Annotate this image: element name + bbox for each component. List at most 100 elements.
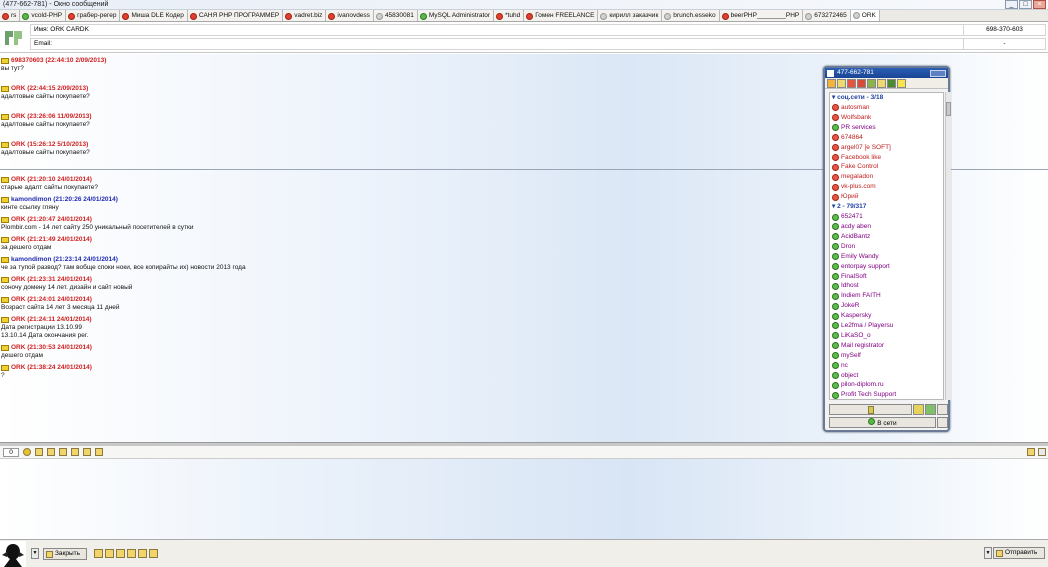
- status-options-button[interactable]: [937, 417, 948, 428]
- tab-label: vcold-PHP: [31, 12, 63, 19]
- tab-12[interactable]: brunch.esseko: [662, 10, 720, 21]
- envelope-icon: [1, 217, 9, 223]
- status-selector[interactable]: В сети: [829, 417, 936, 428]
- contact-item[interactable]: Facebook like: [830, 153, 943, 163]
- tab-7[interactable]: 45830081: [373, 10, 418, 21]
- contact-item[interactable]: pilon-diplom.ru: [830, 380, 943, 390]
- tab-2[interactable]: грабер-регер: [66, 10, 121, 21]
- tab-14[interactable]: 673272465: [803, 10, 851, 21]
- contact-item[interactable]: Emily Wandy: [830, 252, 943, 262]
- tab-4[interactable]: САНЯ PHP ПРОГРАММЕР: [187, 10, 284, 21]
- smile-icon[interactable]: [23, 448, 31, 456]
- notes-icon[interactable]: [897, 79, 906, 88]
- sound-button[interactable]: [925, 404, 936, 415]
- contact-item[interactable]: 674864: [830, 133, 943, 143]
- contact-item[interactable]: acdy aben: [830, 222, 943, 232]
- tab-11[interactable]: кирилл заказчик: [598, 10, 663, 21]
- tab-0[interactable]: rs: [0, 10, 21, 21]
- contact-item[interactable]: Fake Control: [830, 162, 943, 172]
- contact-item[interactable]: JokeR: [830, 301, 943, 311]
- history-icon[interactable]: [867, 79, 876, 88]
- contact-item[interactable]: LiKaSO_o: [830, 331, 943, 341]
- tab-status-icon: [600, 12, 608, 20]
- contact-item[interactable]: Wolfsbank: [830, 113, 943, 123]
- envelope-icon: [1, 114, 9, 120]
- menu-icon[interactable]: [827, 79, 836, 88]
- tab-15[interactable]: ORK: [850, 10, 880, 21]
- main-menu-button[interactable]: [829, 404, 912, 415]
- image-icon[interactable]: [71, 448, 79, 456]
- contact-item[interactable]: nc: [830, 361, 943, 371]
- contact-item[interactable]: AcidBantz: [830, 232, 943, 242]
- contact-item[interactable]: mySelf: [830, 351, 943, 361]
- contact-item[interactable]: object: [830, 371, 943, 381]
- send-button[interactable]: Отправить: [993, 547, 1045, 559]
- roster-controls[interactable]: [930, 69, 946, 77]
- send-options-dropdown[interactable]: ▼: [984, 547, 992, 559]
- tab-1[interactable]: vcold-PHP: [20, 10, 67, 21]
- lock-icon[interactable]: [138, 549, 147, 558]
- alert-icon[interactable]: [149, 549, 158, 558]
- file-icon[interactable]: [47, 448, 55, 456]
- avatar-dropdown[interactable]: ▼: [31, 548, 39, 559]
- group-header-2[interactable]: ▾ 2 - 79/317: [830, 202, 943, 212]
- contacts-icon[interactable]: [857, 79, 866, 88]
- contact-item[interactable]: autosman: [830, 103, 943, 113]
- folder-icon[interactable]: [105, 549, 114, 558]
- translate-icon[interactable]: [127, 549, 136, 558]
- contact-item[interactable]: PR services: [830, 123, 943, 133]
- tab-13[interactable]: beerPHP________PHP: [719, 10, 804, 21]
- group-header-social[interactable]: ▾ соц.сети - 3/18: [830, 93, 943, 103]
- options-icon[interactable]: [877, 79, 886, 88]
- contact-item[interactable]: Profit Tech Support: [830, 390, 943, 399]
- tab-8[interactable]: MySQL Administrator: [417, 10, 495, 21]
- contact-item[interactable]: Kaspersky: [830, 311, 943, 321]
- history-log-icon[interactable]: [116, 549, 125, 558]
- close-button[interactable]: Закрыть: [43, 548, 87, 560]
- contact-uin[interactable]: 698-370-603: [963, 24, 1045, 36]
- contact-item[interactable]: FinalSoft: [830, 272, 943, 282]
- scrollbar-thumb[interactable]: [946, 102, 951, 116]
- contact-list[interactable]: ▾ соц.сети - 3/18 autosman Wolfsbank PR se…: [829, 92, 944, 400]
- close-window-button[interactable]: ×: [1033, 0, 1046, 9]
- quote-icon[interactable]: [59, 448, 67, 456]
- message-sender: ORK (21:23:31 24/01/2014): [11, 276, 92, 283]
- contact-item[interactable]: entorpay support: [830, 262, 943, 272]
- tab-3[interactable]: Миша DLE Кодер: [120, 10, 188, 21]
- contact-item[interactable]: vk-plus.com: [830, 182, 943, 192]
- history-toggle-icon[interactable]: [1027, 448, 1035, 456]
- tab-label: ORK: [861, 11, 876, 19]
- contact-item[interactable]: Idhost: [830, 281, 943, 291]
- tab-6[interactable]: ivanovdess: [326, 10, 374, 21]
- tab-10[interactable]: Гомен FREELANCE: [524, 10, 599, 21]
- contact-item[interactable]: 652471: [830, 212, 943, 222]
- contact-item[interactable]: argel07 [e SOFT]: [830, 143, 943, 153]
- network-button[interactable]: [913, 404, 924, 415]
- contact-item[interactable]: Le2fma / Playersu: [830, 321, 943, 331]
- font-icon[interactable]: [35, 448, 43, 456]
- message-sender: ORK (21:30:53 24/01/2014): [11, 344, 92, 351]
- contact-list-scrollbar[interactable]: [945, 92, 951, 400]
- info-toggle-icon[interactable]: [1038, 448, 1046, 456]
- tab-9[interactable]: *tuhd: [494, 10, 525, 21]
- message-input[interactable]: [0, 458, 1048, 540]
- minimize-button[interactable]: _: [1005, 0, 1018, 9]
- envelope-icon: [1, 237, 9, 243]
- search-icon[interactable]: [837, 79, 846, 88]
- maximize-button[interactable]: □: [1019, 0, 1032, 9]
- tab-5[interactable]: vadret.biz: [283, 10, 327, 21]
- contact-item[interactable]: Indiem FAITH: [830, 291, 943, 301]
- contact-item[interactable]: megaladon: [830, 172, 943, 182]
- gift-icon[interactable]: [95, 448, 103, 456]
- contact-item[interactable]: Юрий: [830, 192, 943, 202]
- contact-item[interactable]: Dron: [830, 242, 943, 252]
- tab-label: Гомен FREELANCE: [535, 12, 595, 19]
- contact-name: PR services: [841, 123, 876, 131]
- help-button[interactable]: [937, 404, 948, 415]
- status-icon[interactable]: [847, 79, 856, 88]
- roster-close-icon[interactable]: [827, 69, 834, 77]
- tools-icon[interactable]: [887, 79, 896, 88]
- color-icon[interactable]: [83, 448, 91, 456]
- contact-info-icon[interactable]: [94, 549, 103, 558]
- contact-item[interactable]: Mail registrator: [830, 341, 943, 351]
